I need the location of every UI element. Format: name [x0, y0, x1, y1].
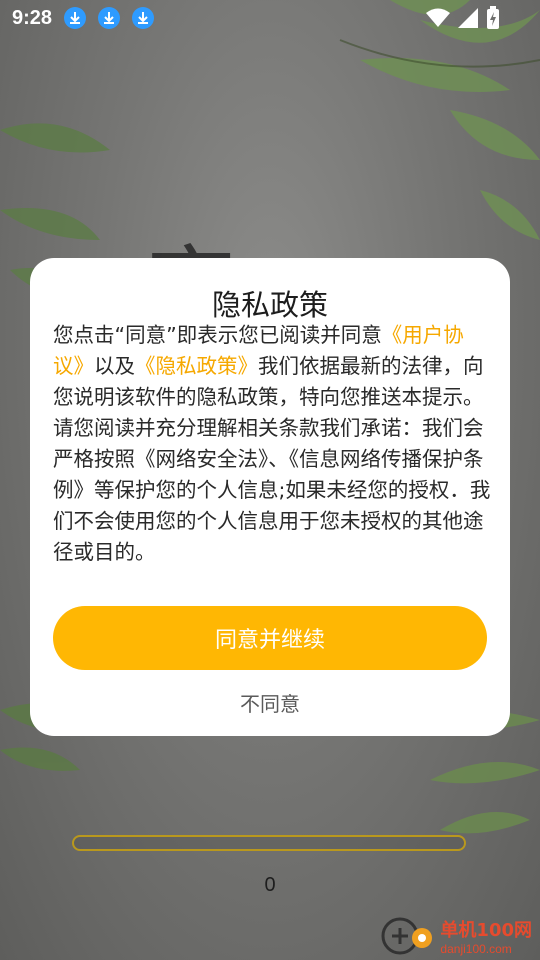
download-icon: [98, 7, 121, 29]
privacy-dialog: 隐私政策 您点击“同意”即表示您已阅读并同意《用户协议》以及《隐私政策》我们依据…: [30, 258, 510, 736]
watermark-logo-icon: [381, 917, 433, 955]
status-icons: [426, 6, 500, 30]
watermark: 单机100网 danji100.com: [380, 914, 532, 958]
status-bar: 9:28: [0, 0, 540, 36]
privacy-policy-link[interactable]: 《隐私政策》: [135, 354, 258, 378]
bamboo-leaves-top-right: [339, 0, 540, 240]
agree-continue-button[interactable]: 同意并继续: [53, 606, 487, 670]
watermark-url: danji100.com: [440, 942, 512, 956]
body-text-3: 我们依据最新的法律，向您说明该软件的隐私政策，特向您推送本提示。请您阅读并充分理…: [53, 354, 491, 564]
battery-charging-icon: [487, 6, 499, 29]
download-icon: [64, 7, 87, 29]
progress-value: 0: [264, 874, 276, 896]
status-time: 9:28: [12, 6, 53, 29]
wifi-icon: [426, 8, 450, 27]
signal-icon: [458, 8, 478, 28]
watermark-name: 单机100网: [440, 920, 532, 941]
download-icon: [132, 7, 155, 29]
dialog-title: 隐私政策: [211, 288, 328, 322]
disagree-button[interactable]: 不同意: [30, 688, 510, 717]
body-text-1: 您点击“同意”即表示您已阅读并同意: [53, 323, 382, 347]
body-text-2: 以及: [94, 354, 135, 378]
dialog-body: 您点击“同意”即表示您已阅读并同意《用户协议》以及《隐私政策》我们依据最新的法律…: [53, 320, 493, 568]
loading-progress-bar: [72, 835, 466, 851]
